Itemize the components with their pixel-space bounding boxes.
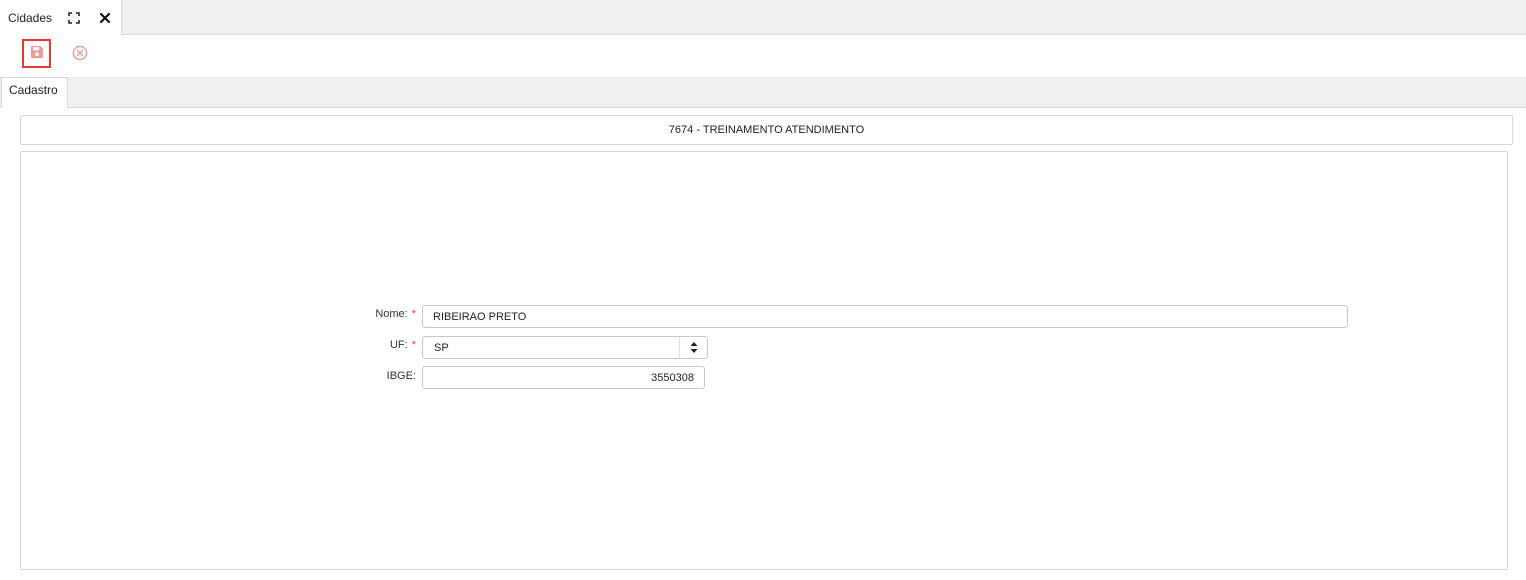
uf-label-group: UF: * xyxy=(351,339,416,351)
ibge-input[interactable] xyxy=(422,366,705,389)
sort-arrows-icon xyxy=(679,337,707,358)
ibge-label: IBGE: xyxy=(386,370,416,382)
close-icon[interactable] xyxy=(99,12,111,24)
ibge-label-group: IBGE: xyxy=(351,370,416,382)
toolbar xyxy=(0,35,1526,77)
form-panel: Nome:* UF:* SP IBGE: xyxy=(20,151,1508,570)
uf-label: UF: xyxy=(389,339,408,351)
uf-selected-value: SP xyxy=(434,342,449,354)
inner-tabstrip: Cadastro xyxy=(0,77,1526,108)
cancel-button[interactable] xyxy=(69,43,91,65)
company-header-text: 7674 - TREINAMENTO ATENDIMENTO xyxy=(668,124,865,136)
save-button[interactable] xyxy=(22,39,51,68)
window-tab-label: Cidades xyxy=(8,11,53,25)
nome-input[interactable] xyxy=(422,305,1348,328)
window-tab-cidades[interactable]: Cidades xyxy=(0,0,122,35)
nome-required-marker: * xyxy=(411,308,416,320)
nome-label-group: Nome: * xyxy=(351,308,416,320)
uf-required-marker: * xyxy=(411,339,416,351)
tab-cadastro[interactable]: Cadastro xyxy=(1,77,68,108)
maximize-icon[interactable] xyxy=(68,12,80,24)
floppy-disk-icon xyxy=(30,45,44,62)
window-tabstrip: Cidades xyxy=(0,0,1526,35)
nome-label: Nome: xyxy=(375,308,408,320)
circle-x-icon xyxy=(72,45,88,64)
uf-select[interactable]: SP xyxy=(422,336,708,359)
company-header: 7674 - TREINAMENTO ATENDIMENTO xyxy=(20,115,1513,145)
tab-cadastro-label: Cadastro xyxy=(9,83,58,97)
